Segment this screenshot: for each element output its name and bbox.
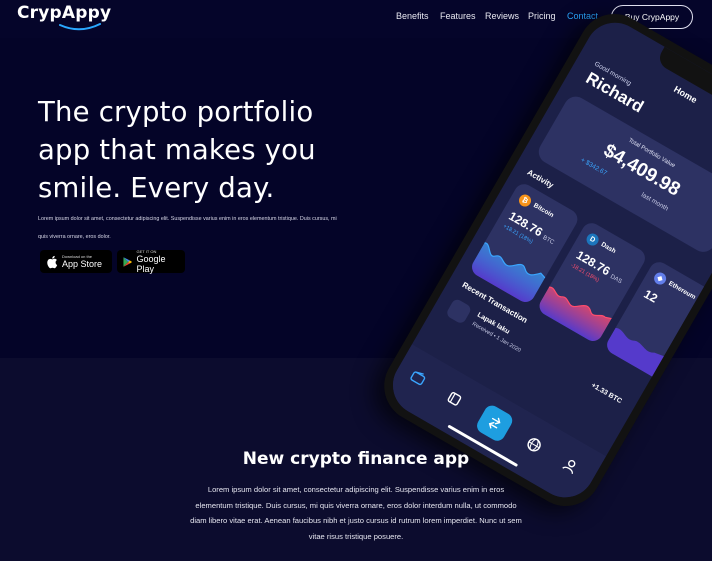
bitcoin-icon: ₿ [516,192,534,209]
apple-icon [47,255,58,268]
transaction-icon [445,297,473,325]
app-store-label: App Store [62,259,103,269]
coin-name: Bitcoin [532,202,555,220]
coin-amount: 12 [641,286,660,306]
logo-swoosh-icon [59,23,101,31]
nav-link-features[interactable]: Features [440,11,476,21]
section-title: New crypto finance app [242,449,470,469]
nav-link-pricing[interactable]: Pricing [528,11,556,21]
google-play-button[interactable]: GET IT ON Google Play [117,249,185,274]
cards-tab-icon[interactable] [444,388,466,410]
hero-title: The crypto portfolio app that makes you … [38,96,316,204]
google-play-label: Google Play [136,254,166,274]
nav-link-benefits[interactable]: Benefits [396,11,429,21]
coin-name: Dash [599,241,618,256]
logo[interactable]: CrypAppy [17,3,111,23]
dash-icon: D [584,231,601,248]
exchange-tab-button[interactable] [474,402,516,444]
app-store-button[interactable]: Download on the App Store [40,250,112,273]
transaction-amount: +1.33 BTC [589,382,623,406]
google-play-icon [123,256,133,267]
dash-sparkline [535,286,612,345]
exchange-icon [488,417,501,429]
coin-name: Ethereum [667,280,697,302]
section-description: Lorem ipsum dolor sit amet, consectetur … [190,485,522,542]
ethereum-icon: ◆ [651,270,669,287]
hero-description: Lorem ipsum dolor sit amet, consectetur … [38,216,337,240]
nav-link-reviews[interactable]: Reviews [485,11,519,21]
wallet-tab-icon[interactable] [407,367,429,389]
